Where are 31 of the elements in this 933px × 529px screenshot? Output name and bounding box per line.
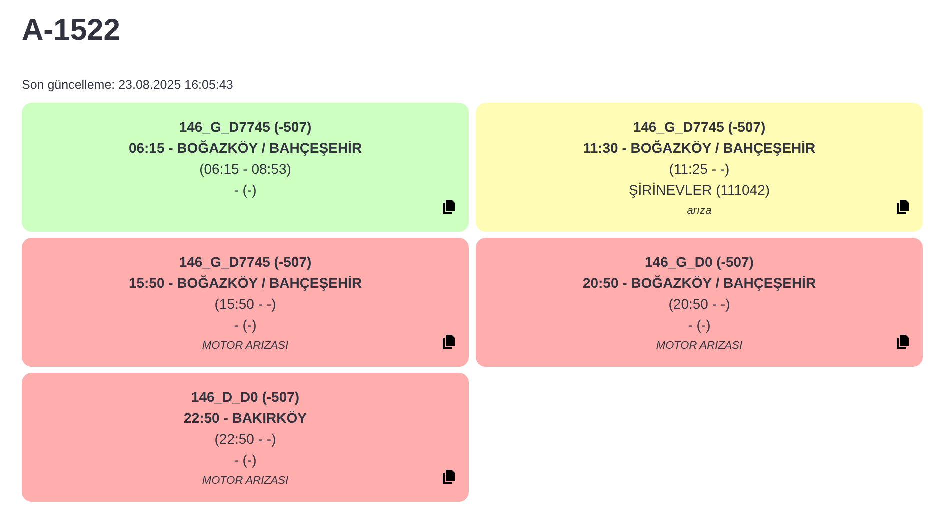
- last-update-text: Son güncelleme: 23.08.2025 16:05:43: [22, 78, 234, 92]
- page-title: A-1522: [22, 14, 122, 48]
- trip-times: (11:25 - -): [669, 160, 730, 179]
- trip-location: ŞİRİNEVLER (111042): [628, 181, 770, 200]
- trip-route: 22:50 - BAKIRKÖY: [184, 409, 307, 428]
- trip-code: 146_G_D7745 (-507): [179, 118, 312, 137]
- copy-icon[interactable]: [897, 335, 909, 349]
- trip-location: - (-): [234, 451, 257, 470]
- trip-route: 06:15 - BOĞAZKÖY / BAHÇEŞEHİR: [128, 139, 362, 158]
- trip-route: 11:30 - BOĞAZKÖY / BAHÇEŞEHİR: [583, 139, 816, 158]
- fault-note: MOTOR ARIZASI: [202, 339, 289, 354]
- fault-note: arıza: [687, 204, 712, 219]
- trip-times: (06:15 - 08:53): [200, 160, 292, 179]
- fault-note: MOTOR ARIZASI: [202, 474, 289, 489]
- trip-route: 15:50 - BOĞAZKÖY / BAHÇEŞEHİR: [128, 274, 362, 293]
- trip-location: - (-): [234, 316, 257, 335]
- trip-location: - (-): [688, 316, 711, 335]
- copy-icon[interactable]: [897, 200, 909, 214]
- trip-code: 146_G_D0 (-507): [645, 253, 754, 272]
- copy-icon[interactable]: [443, 200, 455, 214]
- copy-icon[interactable]: [443, 335, 455, 349]
- trip-code: 146_G_D7745 (-507): [179, 253, 312, 272]
- trip-times: (22:50 - -): [214, 430, 276, 449]
- trip-code: 146_D_D0 (-507): [191, 388, 300, 407]
- trip-times: (15:50 - -): [214, 295, 276, 314]
- trip-code: 146_G_D7745 (-507): [633, 118, 766, 137]
- fault-note: MOTOR ARIZASI: [656, 339, 743, 354]
- trip-location: - (-): [234, 181, 257, 200]
- copy-icon[interactable]: [443, 470, 455, 484]
- trip-route: 20:50 - BOĞAZKÖY / BAHÇEŞEHİR: [582, 274, 816, 293]
- trip-times: (20:50 - -): [668, 295, 730, 314]
